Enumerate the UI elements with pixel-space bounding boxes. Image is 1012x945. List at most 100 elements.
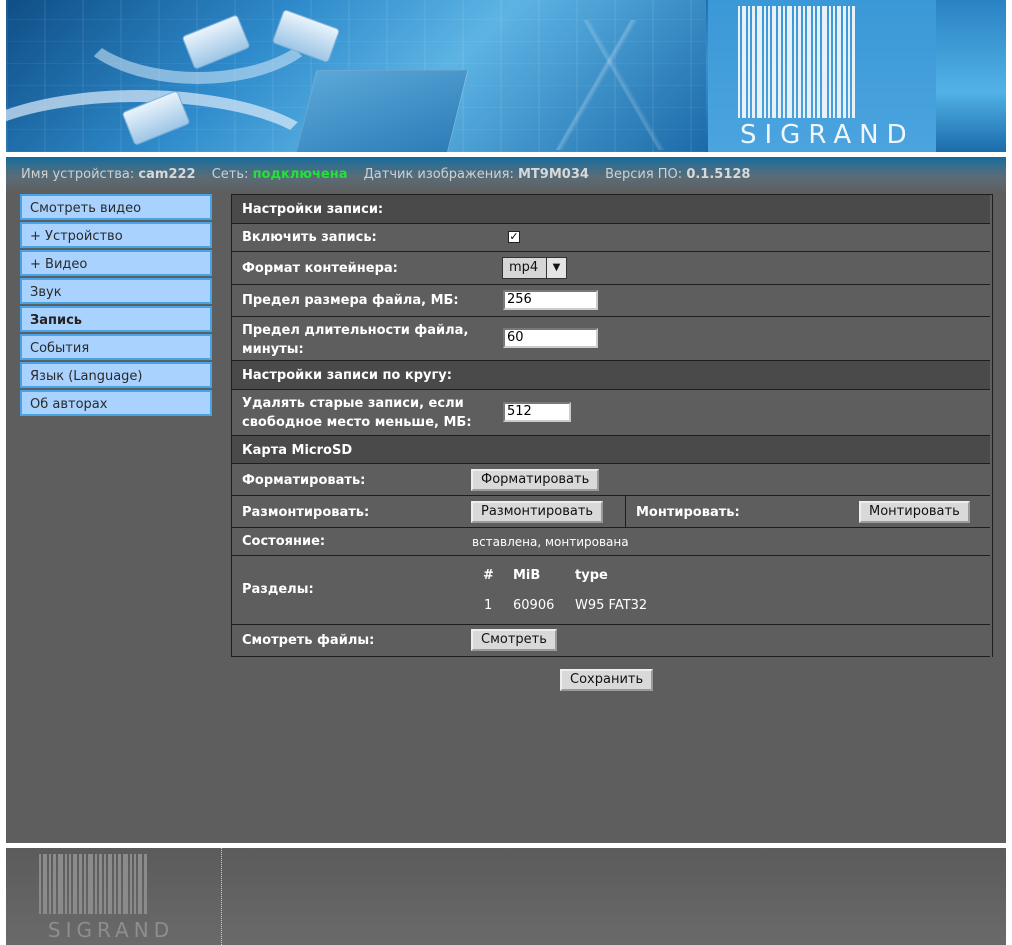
barcode-stripe	[742, 6, 746, 118]
barcode-stripe	[95, 854, 97, 914]
barcode-stripe	[787, 6, 792, 118]
footer: SIGRAND	[6, 848, 1006, 945]
barcode-stripe	[822, 6, 827, 118]
row-view-files: Смотреть файлы: Смотреть	[232, 625, 990, 657]
barcode-stripe	[817, 6, 820, 118]
barcode-stripe	[738, 6, 740, 118]
barcode-stripe	[43, 854, 47, 914]
row-duration-limit: Предел длительности файла, минуты: 60	[232, 317, 990, 361]
partition-number: 1	[484, 598, 493, 613]
row-size-limit: Предел размера файла, МБ: 256	[232, 285, 990, 317]
barcode-stripe	[79, 854, 82, 914]
banner-edge	[936, 0, 1006, 152]
sidebar-item-device[interactable]: + Устройство	[20, 222, 212, 248]
barcode-stripe	[833, 6, 835, 118]
header-banner: SIGRAND	[6, 0, 1006, 152]
unmount-label: Размонтировать:	[242, 505, 370, 520]
barcode-stripe	[123, 854, 128, 914]
enable-recording-label: Включить запись:	[242, 230, 377, 245]
format-label: Форматировать:	[242, 473, 366, 488]
sensor-value: MT9M034	[517, 167, 589, 182]
unmount-button[interactable]: Размонтировать	[471, 501, 604, 523]
row-delete-old: Удалять старые записи, если свободное ме…	[232, 390, 990, 436]
enable-recording-checkbox[interactable]: ✓	[508, 231, 520, 243]
network-label: Сеть:	[211, 167, 249, 182]
barcode-stripe	[108, 854, 112, 914]
barcode-stripe	[65, 854, 67, 914]
section-header-loop: Настройки записи по кругу:	[232, 361, 990, 390]
sidebar-item-recording[interactable]: Запись	[20, 306, 212, 332]
view-files-button[interactable]: Смотреть	[471, 629, 557, 651]
barcode-stripe	[53, 854, 56, 914]
barcode-stripe	[829, 6, 831, 118]
barcode-stripe	[144, 854, 147, 914]
barcode-stripe	[837, 6, 841, 118]
footer-logo-text: SIGRAND	[47, 918, 175, 942]
chip-artwork	[295, 70, 469, 152]
checkmark-icon: ✓	[509, 230, 519, 243]
mount-button[interactable]: Монтировать	[859, 501, 970, 523]
barcode-stripe	[104, 854, 106, 914]
sensor-label: Датчик изображения:	[363, 167, 514, 182]
free-space-threshold-input[interactable]: 512	[503, 402, 571, 422]
size-limit-input[interactable]: 256	[503, 290, 598, 310]
barcode-logo-icon	[39, 854, 149, 914]
sidebar-nav: Смотреть видео + Устройство + Видео Звук…	[20, 194, 212, 416]
sidebar-item-language[interactable]: Язык (Language)	[20, 362, 212, 388]
duration-limit-input[interactable]: 60	[503, 328, 598, 348]
barcode-stripe	[99, 854, 102, 914]
section-title: Настройки записи:	[242, 202, 384, 217]
row-format: Форматировать: Форматировать	[232, 464, 990, 496]
device-name-value: cam222	[138, 167, 196, 182]
partition-size: 60906	[513, 598, 555, 613]
section-title: Карта MicroSD	[242, 443, 353, 458]
firmware-value: 0.1.5128	[686, 167, 751, 182]
sidebar-item-events[interactable]: События	[20, 334, 212, 360]
barcode-stripe	[138, 854, 142, 914]
barcode-stripe	[69, 854, 71, 914]
partitions-header-number: #	[483, 568, 494, 583]
sidebar-item-about[interactable]: Об авторах	[20, 390, 212, 416]
barcode-stripe	[768, 6, 770, 118]
barcode-stripe	[752, 6, 755, 118]
barcode-stripe	[58, 854, 63, 914]
duration-limit-label: Предел длительности файла, минуты:	[242, 323, 469, 357]
sidebar-item-video[interactable]: + Видео	[20, 250, 212, 276]
barcode-stripe	[783, 6, 785, 118]
container-format-label: Формат контейнера:	[242, 261, 398, 276]
format-button[interactable]: Форматировать	[471, 469, 600, 491]
partitions-label: Разделы:	[242, 582, 314, 597]
row-enable-recording: Включить запись: ✓	[232, 224, 990, 252]
row-mount-controls: Размонтировать: Размонтировать Монтирова…	[232, 496, 990, 528]
section-header-recording: Настройки записи:	[232, 195, 990, 224]
barcode-stripe	[794, 6, 796, 118]
barcode-stripe	[49, 854, 51, 914]
barcode-stripe	[130, 854, 132, 914]
sidebar-item-watch-video[interactable]: Смотреть видео	[20, 194, 212, 220]
barcode-stripe	[848, 6, 850, 118]
delete-old-label: Удалять старые записи, если свободное ме…	[242, 396, 472, 430]
partition-type: W95 FAT32	[575, 598, 648, 613]
sidebar-item-sound[interactable]: Звук	[20, 278, 212, 304]
barcode-stripe	[778, 6, 781, 118]
barcode-logo-icon	[738, 6, 857, 118]
partitions-header-type: type	[575, 568, 608, 583]
barcode-stripe	[807, 6, 811, 118]
container-format-select[interactable]: mp4 ▼	[502, 257, 567, 279]
recording-settings-table: Настройки записи: Включить запись: ✓ Фор…	[231, 194, 993, 657]
device-name-label: Имя устройства:	[21, 167, 135, 182]
barcode-stripe	[798, 6, 801, 118]
container-format-value: mp4	[509, 260, 539, 275]
graph-artwork	[506, 20, 706, 150]
barcode-stripe	[803, 6, 805, 118]
barcode-stripe	[88, 854, 93, 914]
firmware-label: Версия ПО:	[605, 167, 683, 182]
chevron-down-icon: ▼	[546, 258, 566, 278]
barcode-stripe	[84, 854, 86, 914]
barcode-stripe	[772, 6, 776, 118]
save-button[interactable]: Сохранить	[560, 669, 654, 691]
device-info-bar: Имя устройства: cam222 Сеть: подключена …	[21, 167, 750, 182]
row-state: Состояние: вставлена, монтирована	[232, 528, 990, 556]
footer-divider	[221, 848, 222, 945]
state-label: Состояние:	[242, 534, 326, 549]
